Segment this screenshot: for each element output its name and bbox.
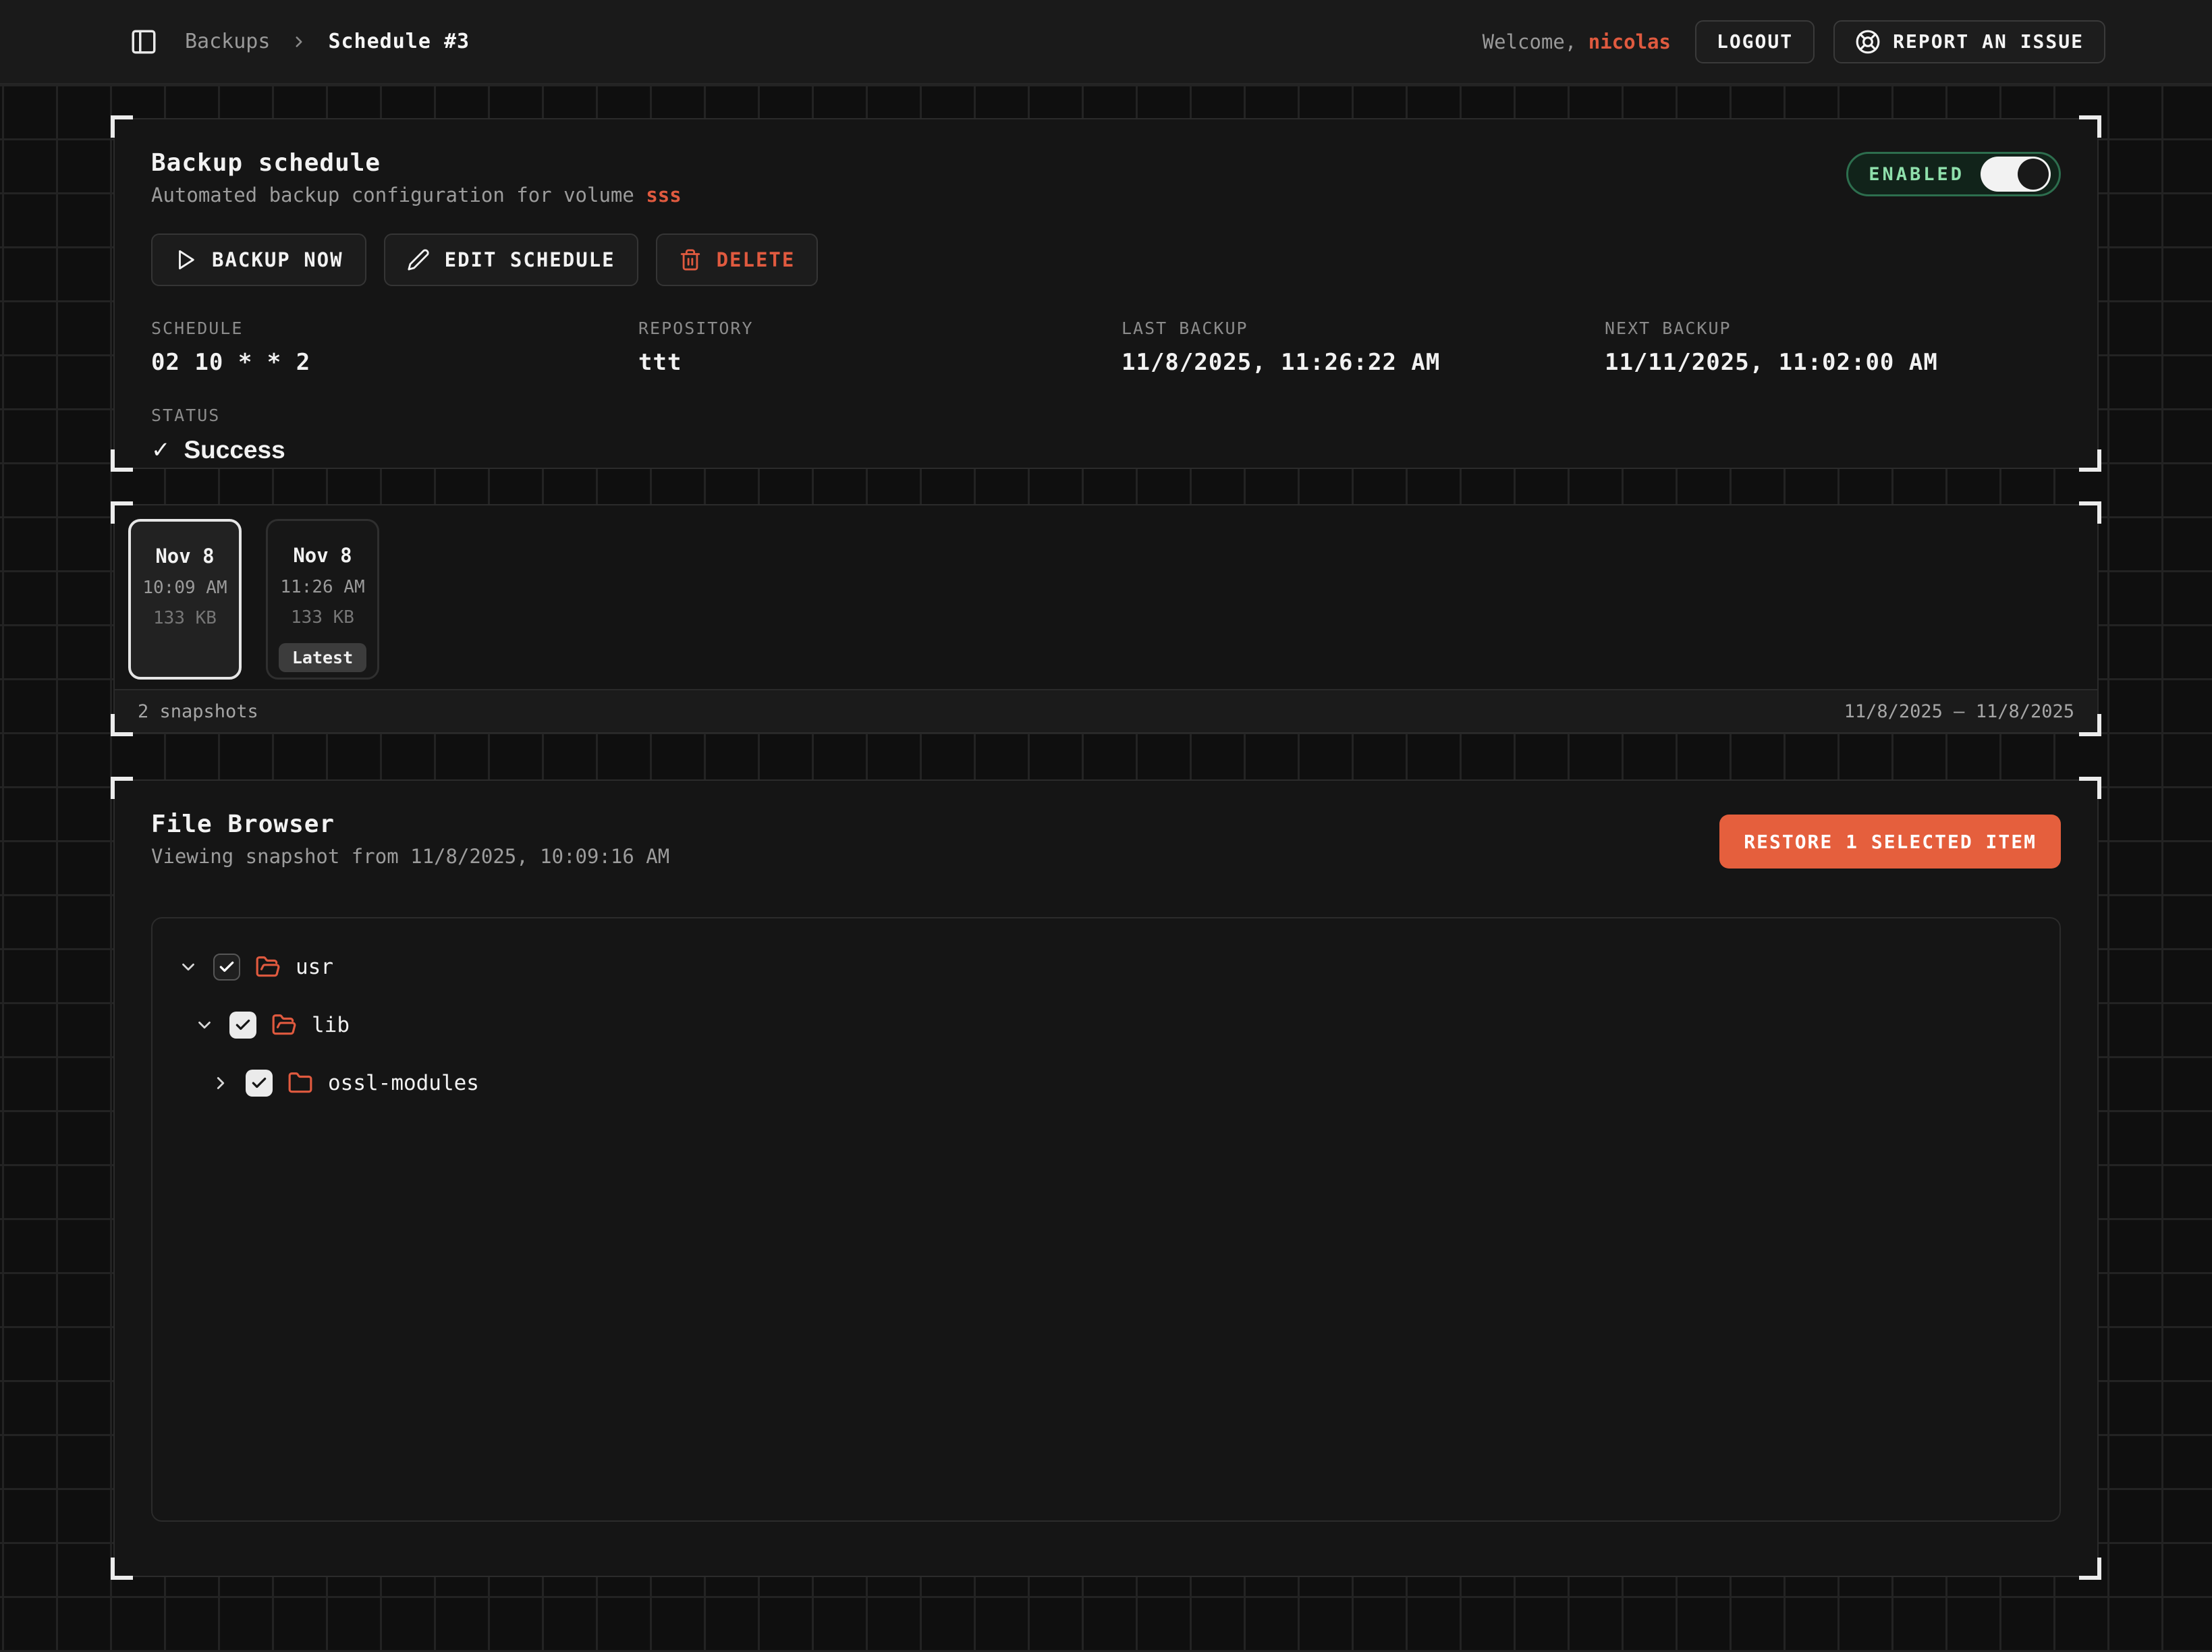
checkbox-ossl-modules[interactable] bbox=[246, 1070, 273, 1097]
field-value: 11/11/2025, 11:02:00 AM bbox=[1605, 349, 2061, 376]
page-background: Backups Schedule #3 Welcome, nicolas LOG… bbox=[0, 0, 2212, 1652]
field-label: STATUS bbox=[151, 406, 638, 425]
field-value: 02 10 * * 2 bbox=[151, 349, 638, 376]
pencil-icon bbox=[407, 248, 430, 271]
field-next-backup: NEXT BACKUP 11/11/2025, 11:02:00 AM bbox=[1605, 319, 2061, 376]
restore-selected-button[interactable]: RESTORE 1 SELECTED ITEM bbox=[1719, 815, 2061, 869]
schedule-card-title: Backup schedule bbox=[151, 149, 682, 177]
backup-now-label: BACKUP NOW bbox=[212, 248, 343, 271]
field-label: SCHEDULE bbox=[151, 319, 638, 338]
enabled-toggle[interactable]: ENABLED bbox=[1846, 152, 2061, 196]
corner-bracket bbox=[111, 501, 133, 524]
corner-bracket bbox=[2079, 714, 2101, 736]
status-value: ✓ Success bbox=[151, 436, 638, 464]
folder-open-icon bbox=[255, 954, 281, 980]
field-status: STATUS ✓ Success bbox=[151, 406, 638, 464]
field-repository: REPOSITORY ttt bbox=[638, 319, 1122, 376]
corner-bracket bbox=[111, 777, 133, 799]
check-icon: ✓ bbox=[151, 437, 171, 464]
toggle-switch[interactable] bbox=[1981, 157, 2051, 192]
field-label: REPOSITORY bbox=[638, 319, 1122, 338]
panel-left-icon bbox=[130, 28, 158, 56]
edit-schedule-button[interactable]: EDIT SCHEDULE bbox=[384, 233, 638, 286]
field-label: LAST BACKUP bbox=[1122, 319, 1605, 338]
tree-row-usr[interactable]: usr bbox=[178, 947, 2034, 987]
app-header: Backups Schedule #3 Welcome, nicolas LOG… bbox=[0, 0, 2212, 84]
field-last-backup: LAST BACKUP 11/8/2025, 11:26:22 AM bbox=[1122, 319, 1605, 376]
latest-badge: Latest bbox=[279, 643, 366, 672]
tree-row-lib[interactable]: lib bbox=[178, 1005, 2034, 1045]
breadcrumb-backups[interactable]: Backups bbox=[185, 30, 270, 53]
volume-name: sss bbox=[646, 184, 681, 206]
field-value: 11/8/2025, 11:26:22 AM bbox=[1122, 349, 1605, 376]
status-text: Success bbox=[184, 436, 285, 464]
checkbox-usr[interactable] bbox=[213, 954, 240, 981]
sidebar-toggle-button[interactable] bbox=[130, 28, 158, 56]
play-icon bbox=[174, 248, 197, 271]
report-issue-label: REPORT AN ISSUE bbox=[1893, 30, 2084, 53]
file-browser-title: File Browser bbox=[151, 810, 669, 838]
edit-schedule-label: EDIT SCHEDULE bbox=[445, 248, 615, 271]
snapshot-time: 11:26 AM bbox=[280, 577, 364, 597]
chevron-right-icon bbox=[290, 33, 308, 51]
snapshot-date-range: 11/8/2025 – 11/8/2025 bbox=[1844, 701, 2074, 722]
file-browser-card: File Browser Viewing snapshot from 11/8/… bbox=[113, 779, 2099, 1577]
file-browser-subtitle: Viewing snapshot from 11/8/2025, 10:09:1… bbox=[151, 845, 669, 868]
username: nicolas bbox=[1588, 30, 1671, 53]
enabled-toggle-label: ENABLED bbox=[1869, 164, 1964, 185]
delete-label: DELETE bbox=[717, 248, 796, 271]
welcome-text: Welcome, nicolas bbox=[1483, 30, 1671, 53]
snapshot-date: Nov 8 bbox=[293, 544, 352, 567]
snapshot-date: Nov 8 bbox=[155, 545, 214, 568]
snapshot-time: 10:09 AM bbox=[142, 578, 227, 598]
snapshots-footer: 2 snapshots 11/8/2025 – 11/8/2025 bbox=[115, 689, 2097, 732]
schedule-card-subtitle: Automated backup configuration for volum… bbox=[151, 184, 682, 206]
corner-bracket bbox=[111, 714, 133, 736]
toggle-knob bbox=[2018, 159, 2049, 190]
chevron-right-icon[interactable] bbox=[211, 1073, 231, 1093]
tree-item-label[interactable]: usr bbox=[296, 955, 333, 979]
corner-bracket bbox=[111, 115, 133, 138]
tree-item-label[interactable]: ossl-modules bbox=[328, 1071, 479, 1095]
snapshot-card[interactable]: Nov 8 11:26 AM 133 KB Latest bbox=[266, 519, 379, 680]
folder-open-icon bbox=[271, 1012, 297, 1038]
welcome-prefix: Welcome, bbox=[1483, 30, 1588, 53]
corner-bracket bbox=[2079, 115, 2101, 138]
tree-row-ossl-modules[interactable]: ossl-modules bbox=[178, 1063, 2034, 1103]
delete-button[interactable]: DELETE bbox=[656, 233, 819, 286]
snapshots-section: Nov 8 10:09 AM 133 KB Nov 8 11:26 AM 133… bbox=[113, 504, 2099, 734]
report-issue-button[interactable]: REPORT AN ISSUE bbox=[1833, 20, 2105, 63]
subtitle-prefix: Automated backup configuration for volum… bbox=[151, 184, 646, 206]
corner-bracket bbox=[2079, 1558, 2101, 1580]
snapshot-count: 2 snapshots bbox=[138, 701, 258, 722]
logout-button[interactable]: LOGOUT bbox=[1695, 20, 1815, 63]
backup-schedule-card: Backup schedule Automated backup configu… bbox=[113, 118, 2099, 469]
snapshot-size: 133 KB bbox=[291, 607, 354, 628]
field-schedule: SCHEDULE 02 10 * * 2 bbox=[151, 319, 638, 376]
trash-icon bbox=[679, 248, 702, 271]
chevron-down-icon[interactable] bbox=[194, 1015, 215, 1035]
file-tree-panel: usr lib bbox=[151, 917, 2061, 1522]
backup-now-button[interactable]: BACKUP NOW bbox=[151, 233, 366, 286]
corner-bracket bbox=[2079, 449, 2101, 472]
corner-bracket bbox=[111, 449, 133, 472]
snapshot-card-selected[interactable]: Nov 8 10:09 AM 133 KB bbox=[128, 519, 242, 680]
field-value: ttt bbox=[638, 349, 1122, 376]
chevron-down-icon[interactable] bbox=[178, 957, 198, 977]
breadcrumb: Backups Schedule #3 bbox=[185, 30, 470, 53]
corner-bracket bbox=[2079, 777, 2101, 799]
folder-icon bbox=[287, 1070, 313, 1096]
checkbox-lib[interactable] bbox=[229, 1012, 256, 1039]
corner-bracket bbox=[111, 1558, 133, 1580]
breadcrumb-current-page: Schedule #3 bbox=[328, 30, 470, 53]
corner-bracket bbox=[2079, 501, 2101, 524]
tree-item-label[interactable]: lib bbox=[312, 1013, 350, 1037]
snapshot-size: 133 KB bbox=[153, 608, 217, 628]
field-label: NEXT BACKUP bbox=[1605, 319, 2061, 338]
lifebuoy-icon bbox=[1855, 29, 1881, 55]
